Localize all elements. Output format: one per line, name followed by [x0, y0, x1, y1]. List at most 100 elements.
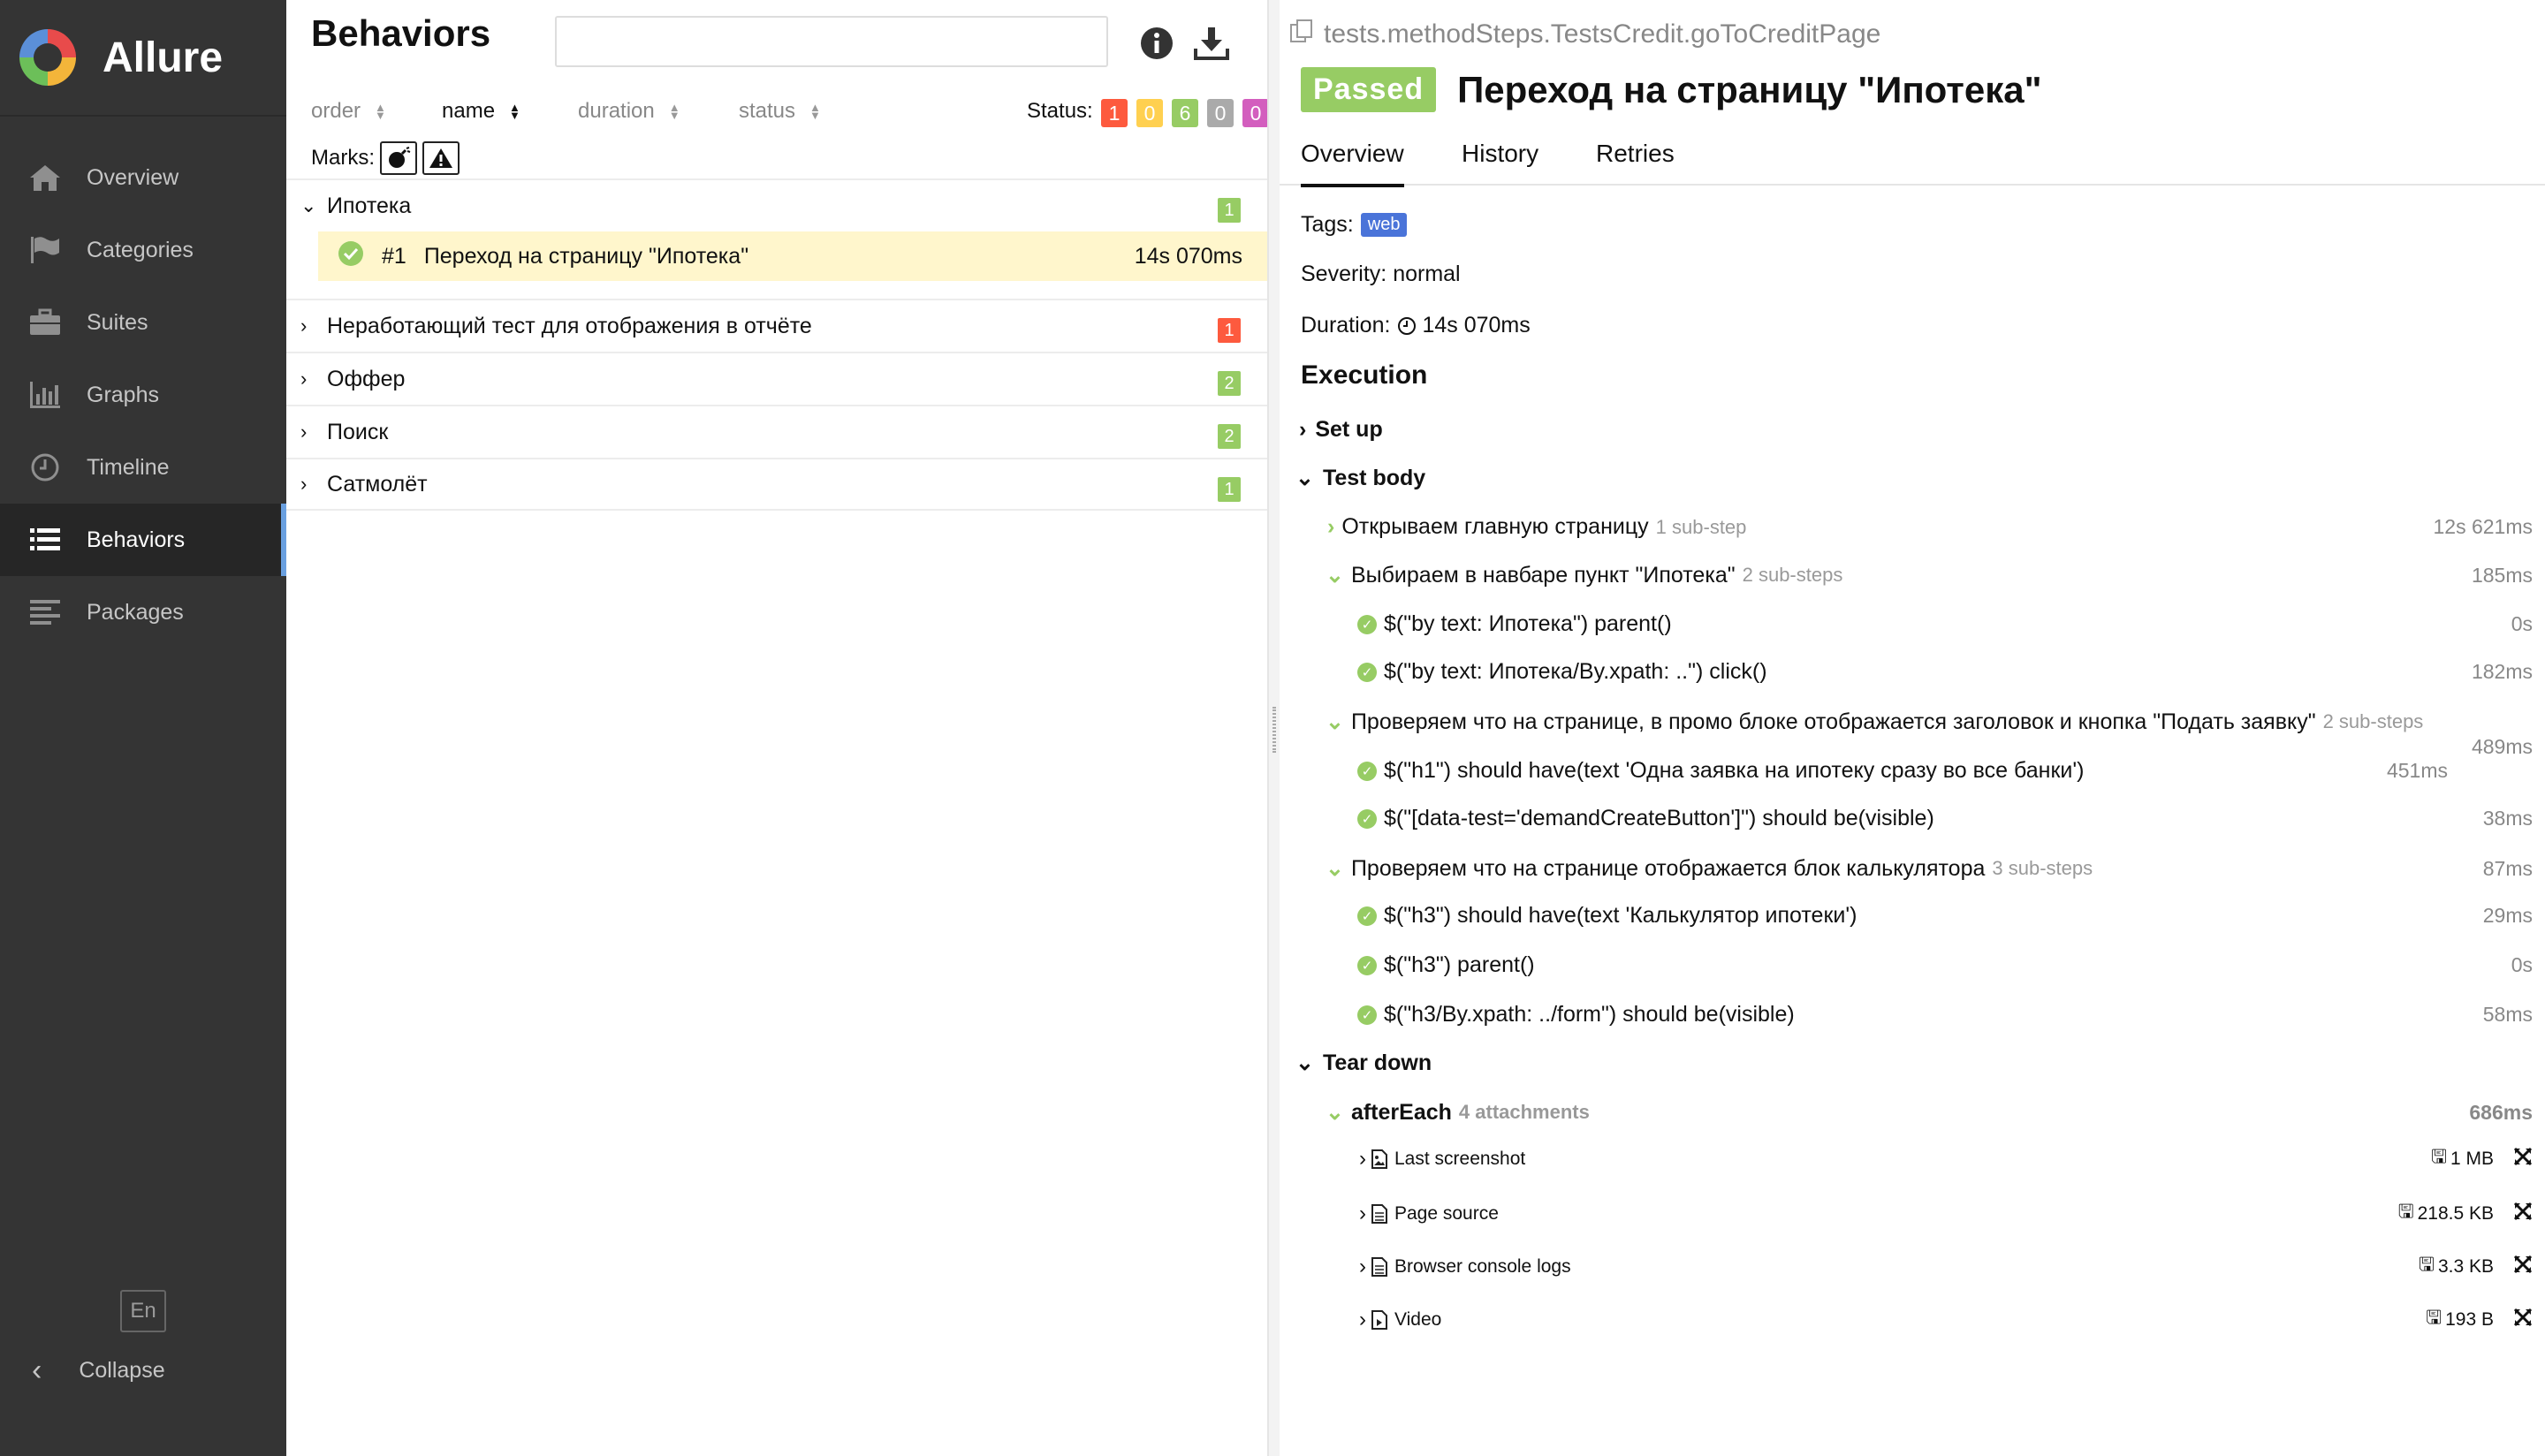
download-button[interactable] [1193, 25, 1230, 62]
tag-badge[interactable]: web [1360, 213, 1408, 237]
sidebar-item-label: Packages [87, 599, 184, 625]
chevron-right-icon: › [300, 315, 308, 337]
tree-group[interactable]: › Поиск 2 [286, 405, 1267, 458]
step-row[interactable]: ✓ $("h1") should have(text 'Одна заявка … [1280, 758, 2533, 784]
step-name: $("h3") parent() [1384, 952, 1535, 977]
sidebar-item-behaviors[interactable]: Behaviors [0, 504, 286, 576]
expand-icon[interactable] [2513, 1202, 2533, 1226]
sidebar-item-categories[interactable]: Categories [0, 214, 286, 286]
execution-heading: Execution [1301, 360, 1428, 390]
home-icon [27, 162, 64, 193]
briefcase-icon [27, 307, 64, 338]
sort-order[interactable]: order ▲ ▼ [311, 99, 386, 124]
marks-label: Marks: [311, 146, 375, 170]
size-value: 193 B [2445, 1309, 2494, 1330]
sort-status[interactable]: status ▲ ▼ [739, 99, 821, 124]
duration-label: Duration: [1301, 313, 1391, 337]
passed-check-icon: ✓ [1357, 761, 1377, 781]
step-meta: 2 sub-steps [1742, 564, 1843, 586]
group-name: Оффер [327, 366, 406, 391]
sidebar-item-overview[interactable]: Overview [0, 141, 286, 214]
after-each-row[interactable]: ⌄ afterEach 4 attachments 686ms [1280, 1099, 2533, 1126]
step-row[interactable]: ✓ $("by text: Ипотека") parent() 0s [1280, 611, 2533, 637]
new-failed-mark-toggle[interactable] [422, 141, 460, 175]
sidebar-item-packages[interactable]: Packages [0, 576, 286, 648]
group-name: Ипотека [327, 193, 412, 218]
search-input[interactable] [555, 16, 1108, 67]
tree-group[interactable]: ⌄ Ипотека 1 [286, 178, 1267, 231]
test-title-bar: Passed Переход на страницу "Ипотека" [1301, 67, 2042, 112]
sort-label: name [442, 99, 496, 123]
behaviors-tree: ⌄ Ипотека 1 #1 Переход на страницу "Ипот… [286, 178, 1267, 511]
test-body-section[interactable]: ⌄ Test body [1295, 465, 2545, 491]
attachment-row[interactable]: › Last screenshot 🖫 1 MB [1280, 1147, 2533, 1172]
attachment-name: Last screenshot [1394, 1149, 1526, 1169]
step-row[interactable]: › Открываем главную страницу 1 sub-step … [1280, 514, 2533, 540]
expand-icon[interactable] [2513, 1255, 2533, 1279]
status-broken-toggle[interactable]: 0 [1136, 99, 1163, 127]
step-row[interactable]: ✓ $("[data-test='demandCreateButton']") … [1280, 806, 2533, 831]
step-duration: 58ms [2482, 1003, 2533, 1026]
step-row[interactable]: ✓ $("by text: Ипотека/By.xpath: ..") cli… [1280, 659, 2533, 685]
group-name: Поиск [327, 419, 389, 444]
status-failed-toggle[interactable]: 1 [1101, 99, 1128, 127]
step-row[interactable]: ✓ $("h3") parent() 0s [1280, 952, 2533, 978]
section-label: Test body [1322, 465, 1426, 490]
status-filter-label: Status: [1027, 99, 1093, 123]
step-row[interactable]: ⌄ Проверяем что на странице отображается… [1280, 855, 2533, 882]
sidebar-item-label: Suites [87, 309, 148, 335]
collapse-button[interactable]: ‹ Collapse [32, 1354, 165, 1388]
bar-chart-icon [27, 379, 64, 411]
sort-label: order [311, 99, 361, 123]
status-passed-toggle[interactable]: 6 [1172, 99, 1198, 127]
flaky-mark-toggle[interactable] [380, 141, 417, 175]
tab-history[interactable]: History [1462, 140, 1538, 168]
sort-name[interactable]: name ▲ ▼ [442, 99, 520, 124]
step-row[interactable]: ✓ $("h3") should have(text 'Калькулятор … [1280, 903, 2533, 929]
chevron-right-icon: › [300, 473, 308, 495]
step-row[interactable]: ⌄ Проверяем что на странице, в промо бло… [1280, 709, 2533, 759]
test-title: Переход на страницу "Ипотека" [1457, 68, 2042, 110]
pane-splitter[interactable] [1267, 0, 1280, 1456]
text-file-icon [1371, 1257, 1387, 1277]
tree-group[interactable]: › Оффер 2 [286, 352, 1267, 405]
chevron-left-icon: ‹ [32, 1354, 42, 1387]
sidebar-item-graphs[interactable]: Graphs [0, 359, 286, 431]
step-name: Выбираем в навбаре пункт "Ипотека" [1350, 562, 1736, 588]
attachment-row[interactable]: › Page source 🖫 218.5 KB [1280, 1202, 2533, 1226]
sort-arrows-icon: ▲ ▼ [809, 101, 821, 122]
expand-icon[interactable] [2513, 1147, 2533, 1172]
tab-overview[interactable]: Overview [1301, 140, 1404, 187]
setup-section[interactable]: › Set up [1299, 417, 2545, 443]
status-skipped-toggle[interactable]: 0 [1207, 99, 1234, 127]
passed-check-icon: ✓ [1357, 808, 1377, 829]
teardown-section[interactable]: ⌄ Tear down [1295, 1050, 2533, 1076]
language-button[interactable]: En [120, 1290, 166, 1332]
attachment-row[interactable]: › Video 🖫 193 B [1280, 1308, 2533, 1332]
tree-group[interactable]: › Сатмолёт 1 [286, 458, 1267, 511]
case-duration: 14s 070ms [1134, 243, 1242, 269]
step-row[interactable]: ⌄ Выбираем в навбаре пункт "Ипотека" 2 s… [1280, 562, 2533, 588]
sort-duration[interactable]: duration ▲ ▼ [578, 99, 680, 124]
passed-check-icon: ✓ [1357, 662, 1377, 682]
passed-check-icon: ✓ [1357, 906, 1377, 926]
step-meta: 1 sub-step [1655, 515, 1747, 538]
step-row[interactable]: ✓ $("h3/By.xpath: ../form") should be(vi… [1280, 1002, 2533, 1028]
sort-arrows-icon: ▲ ▼ [375, 101, 386, 122]
case-number: #1 [382, 243, 406, 269]
brand[interactable]: Allure [0, 0, 286, 117]
test-case-row[interactable]: #1 Переход на страницу "Ипотека" 14s 070… [318, 231, 1267, 281]
tab-retries[interactable]: Retries [1596, 140, 1675, 168]
expand-icon[interactable] [2513, 1308, 2533, 1332]
copy-icon[interactable] [1288, 18, 1315, 51]
status-unknown-toggle[interactable]: 0 [1242, 99, 1269, 127]
flag-icon [27, 234, 64, 266]
chevron-down-icon: ⌄ [1295, 466, 1314, 490]
sidebar-item-timeline[interactable]: Timeline [0, 431, 286, 504]
sidebar-item-suites[interactable]: Suites [0, 286, 286, 359]
step-name: $("h1") should have(text 'Одна заявка на… [1384, 758, 2085, 783]
tree-group[interactable]: › Неработающий тест для отображения в от… [286, 299, 1267, 352]
info-button[interactable] [1138, 25, 1175, 62]
attachment-row[interactable]: › Browser console logs 🖫 3.3 KB [1280, 1255, 2533, 1279]
chevron-down-icon: ⌄ [1326, 563, 1344, 588]
